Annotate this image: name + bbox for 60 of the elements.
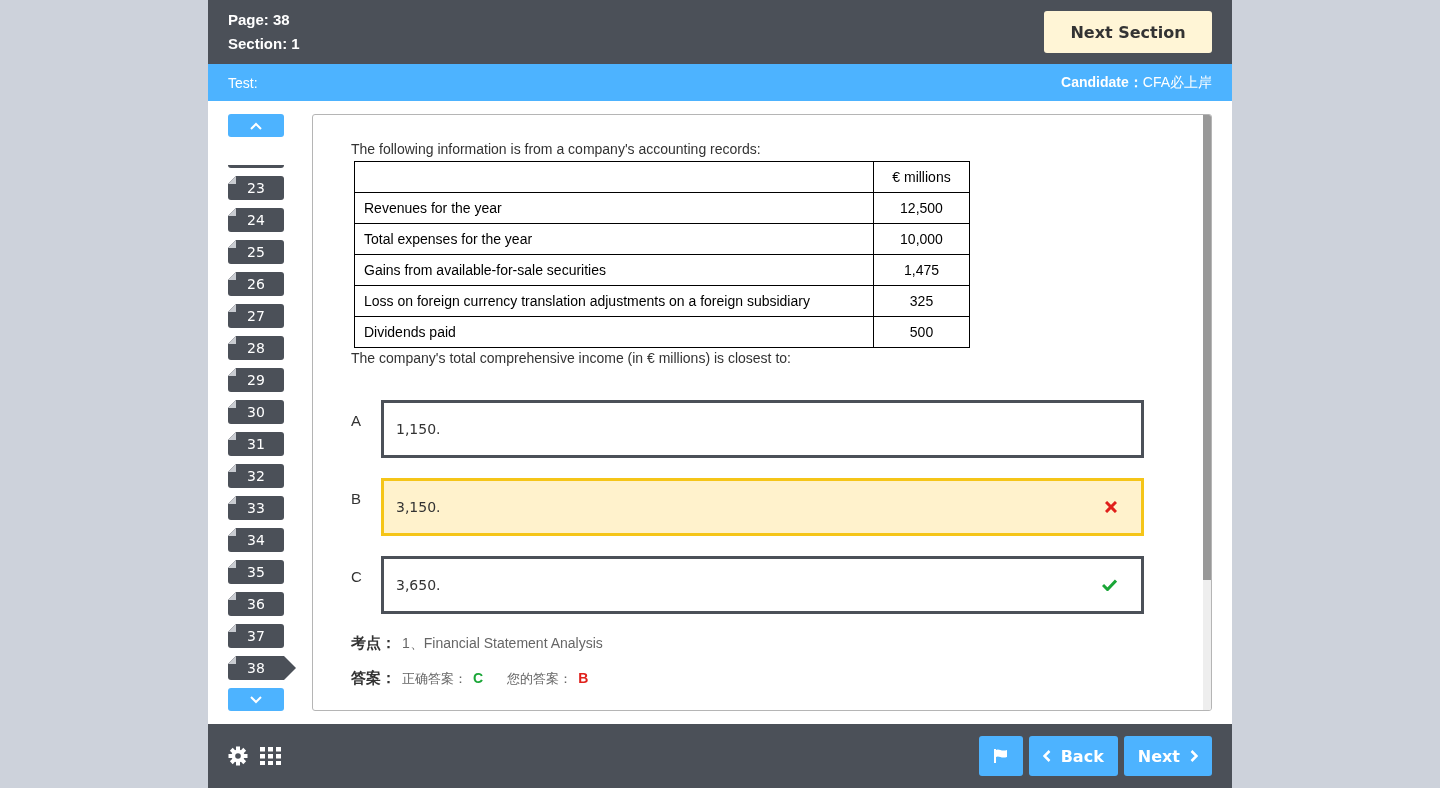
question-number-tab[interactable]: 34 [228, 528, 284, 552]
chevron-right-icon [1190, 750, 1198, 762]
table-cell: 10,000 [873, 223, 970, 255]
page-number: Page: 38 [228, 10, 291, 30]
table-cell: 500 [873, 316, 970, 348]
question-number-tab[interactable]: 29 [228, 368, 284, 392]
section-number: Section: 1 [228, 34, 300, 54]
question-number-tab[interactable]: 25 [228, 240, 284, 264]
answer-option[interactable]: 3,650. [381, 556, 1144, 614]
table-cell: Dividends paid [354, 316, 874, 348]
question-number-tab[interactable]: 26 [228, 272, 284, 296]
question-number-tab[interactable]: 31 [228, 432, 284, 456]
question-number-tab[interactable]: 32 [228, 464, 284, 488]
table-cell: 1,475 [873, 254, 970, 286]
question-number-tab[interactable]: 23 [228, 176, 284, 200]
question-number-tab[interactable]: 27 [228, 304, 284, 328]
question-number-tab[interactable]: 35 [228, 560, 284, 584]
column-header: € millions [873, 161, 970, 193]
question-number-tab[interactable]: 33 [228, 496, 284, 520]
question-number-tab[interactable]: 38 [228, 656, 296, 680]
question-intro: The following information is from a company's accounting records: [351, 141, 762, 157]
table-cell: Revenues for the year [354, 192, 874, 224]
correct-answer-label: 正确答案： [402, 670, 467, 688]
chevron-up-icon [250, 121, 262, 130]
settings-icon[interactable] [228, 746, 248, 766]
topic-value: 1、Financial Statement Analysis [402, 635, 603, 653]
flag-icon [992, 748, 1009, 764]
flag-button[interactable] [978, 736, 1023, 776]
question-prompt: The company's total comprehensive income (in € millions) is closest to: [351, 350, 792, 366]
cross-icon [1105, 501, 1117, 513]
answer-label: 答案： [351, 669, 396, 688]
scrollbar[interactable] [1203, 115, 1211, 710]
question-number-tab[interactable]: 36 [228, 592, 284, 616]
choice-letter: C [351, 567, 361, 587]
table-cell: Total expenses for the year [354, 223, 874, 255]
choice-letter: B [351, 489, 361, 509]
question-number-tab[interactable]: 37 [228, 624, 284, 648]
chevron-left-icon [1042, 750, 1051, 762]
question-number-tab[interactable]: 28 [228, 336, 284, 360]
table-cell: Loss on foreign currency translation adjustments on a foreign subsidiary [354, 285, 874, 317]
correct-answer-value: C [473, 670, 484, 686]
your-answer-label: 您的答案： [507, 670, 573, 688]
choice-letter: A [351, 411, 361, 431]
candidate-label: Candidate： [1061, 73, 1143, 92]
table-cell: 325 [873, 285, 970, 317]
next-section-button[interactable]: Next Section [1044, 11, 1212, 53]
question-number-tab[interactable]: 24 [228, 208, 284, 232]
chevron-down-icon [250, 695, 262, 704]
answer-option[interactable]: 1,150. [381, 400, 1144, 458]
test-label: Test: [228, 74, 258, 91]
your-answer-value: B [578, 670, 589, 686]
checkmark-icon [1102, 579, 1117, 591]
question-tab-edge [228, 165, 284, 168]
answer-option[interactable]: 3,150. [381, 478, 1144, 536]
table-cell: Gains from available-for-sale securities [354, 254, 874, 286]
table-cell: 12,500 [873, 192, 970, 224]
question-number-tab[interactable]: 30 [228, 400, 284, 424]
topic-label: 考点： [351, 634, 396, 653]
grid-icon[interactable] [260, 747, 282, 765]
candidate-name: CFA必上岸 [1142, 73, 1212, 92]
